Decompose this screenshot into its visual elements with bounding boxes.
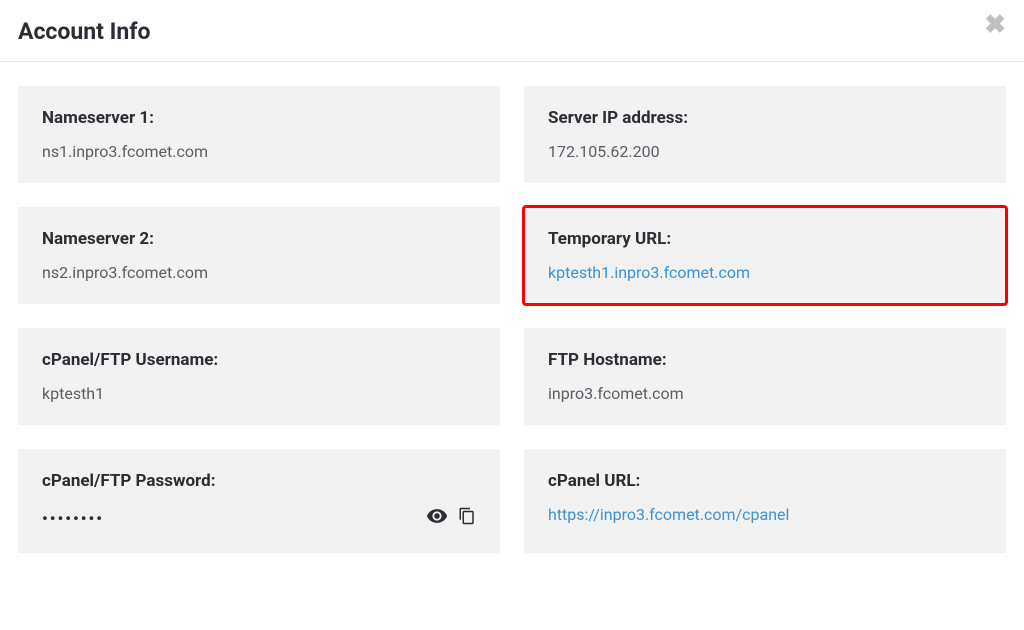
temporary-url-label: Temporary URL: xyxy=(548,229,982,249)
nameserver2-value: ns2.inpro3.fcomet.com xyxy=(42,263,476,282)
cpanel-username-value: kptesth1 xyxy=(42,384,476,403)
cpanel-username-cell: cPanel/FTP Username: kptesth1 xyxy=(18,328,500,425)
cpanel-url-cell: cPanel URL: https://inpro3.fcomet.com/cp… xyxy=(524,449,1006,553)
nameserver1-cell: Nameserver 1: ns1.inpro3.fcomet.com xyxy=(18,86,500,183)
nameserver1-value: ns1.inpro3.fcomet.com xyxy=(42,142,476,161)
ftp-hostname-value: inpro3.fcomet.com xyxy=(548,384,982,403)
ftp-hostname-cell: FTP Hostname: inpro3.fcomet.com xyxy=(524,328,1006,425)
ftp-hostname-label: FTP Hostname: xyxy=(548,350,982,370)
close-icon[interactable]: ✖ xyxy=(984,12,1006,38)
nameserver2-label: Nameserver 2: xyxy=(42,229,476,249)
temporary-url-cell: Temporary URL: kptesth1.inpro3.fcomet.co… xyxy=(524,207,1006,304)
password-row: •••••••• xyxy=(42,505,476,531)
cpanel-url-link[interactable]: https://inpro3.fcomet.com/cpanel xyxy=(548,505,982,524)
server-ip-cell: Server IP address: 172.105.62.200 xyxy=(524,86,1006,183)
reveal-password-icon[interactable] xyxy=(426,505,448,531)
modal-header: Account Info ✖ xyxy=(0,0,1024,62)
nameserver1-label: Nameserver 1: xyxy=(42,108,476,128)
page-title: Account Info xyxy=(18,18,151,45)
server-ip-label: Server IP address: xyxy=(548,108,982,128)
cpanel-url-label: cPanel URL: xyxy=(548,471,982,491)
server-ip-value: 172.105.62.200 xyxy=(548,142,982,161)
info-grid: Nameserver 1: ns1.inpro3.fcomet.com Serv… xyxy=(0,62,1024,577)
cpanel-username-label: cPanel/FTP Username: xyxy=(42,350,476,370)
nameserver2-cell: Nameserver 2: ns2.inpro3.fcomet.com xyxy=(18,207,500,304)
cpanel-password-label: cPanel/FTP Password: xyxy=(42,471,476,491)
password-actions xyxy=(426,505,476,531)
password-masked-value: •••••••• xyxy=(42,509,104,528)
cpanel-password-cell: cPanel/FTP Password: •••••••• xyxy=(18,449,500,553)
temporary-url-link[interactable]: kptesth1.inpro3.fcomet.com xyxy=(548,263,982,282)
copy-password-icon[interactable] xyxy=(458,507,476,529)
